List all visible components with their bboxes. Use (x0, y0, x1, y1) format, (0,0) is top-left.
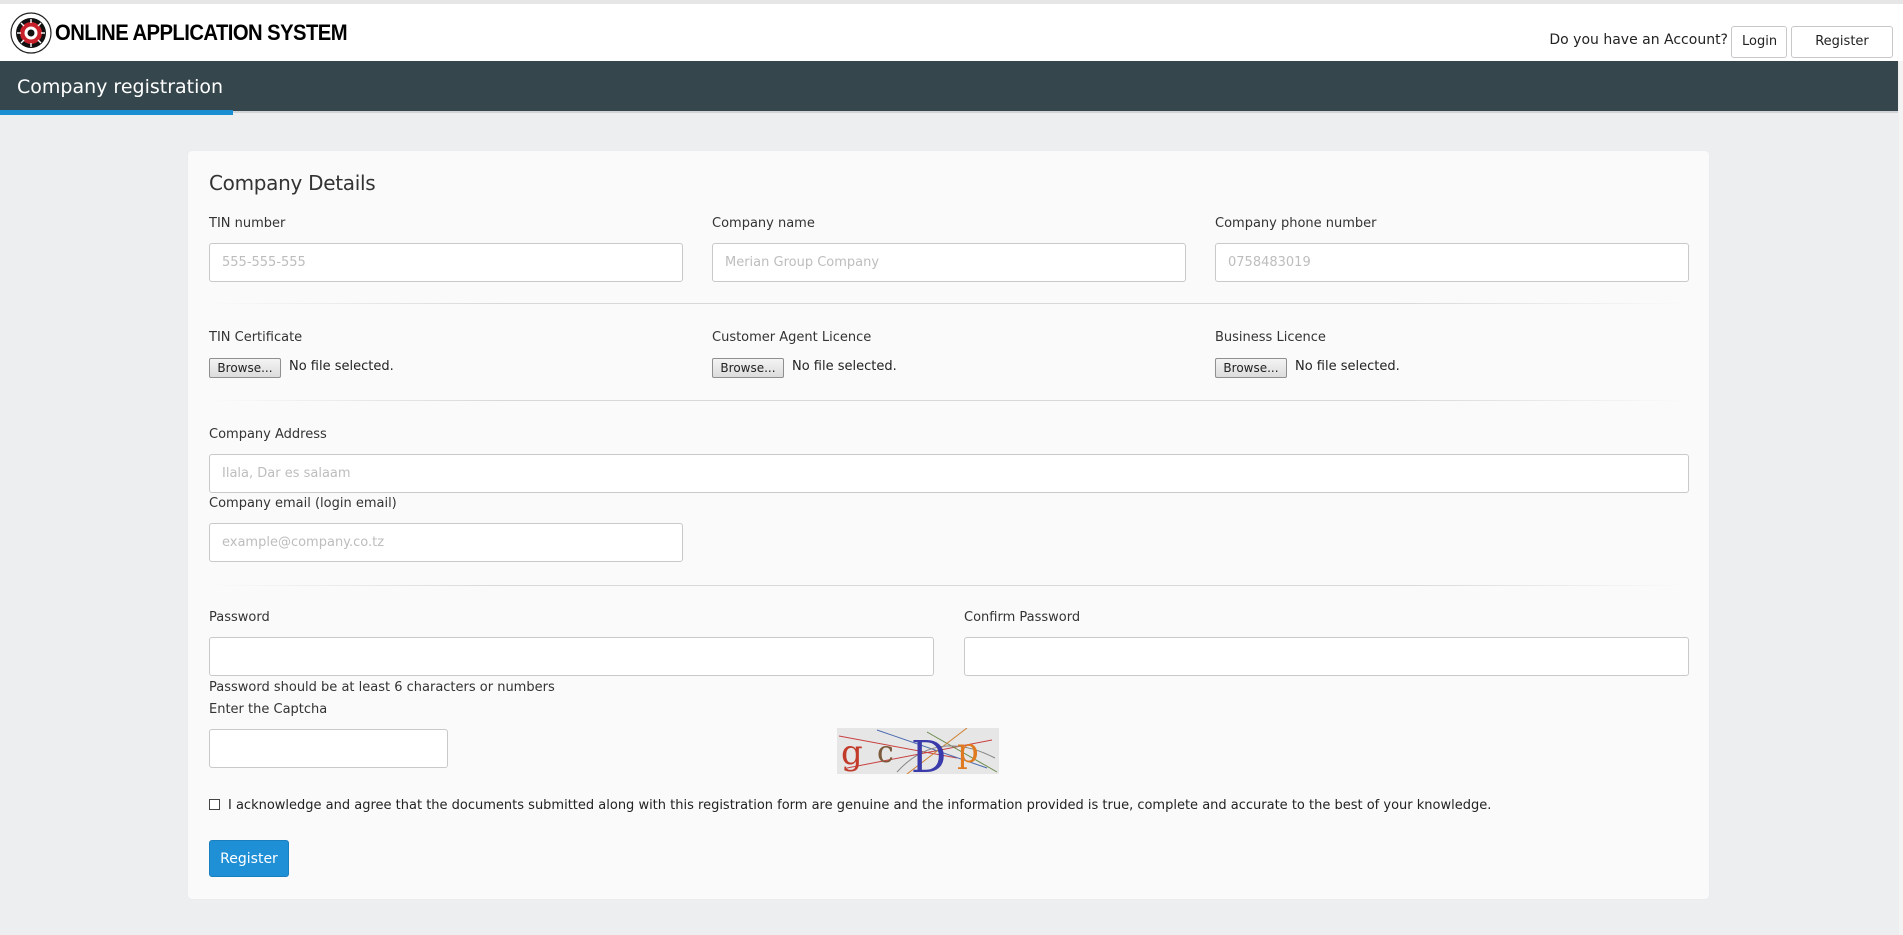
emblem-logo (10, 12, 52, 54)
divider (209, 400, 1689, 401)
login-button[interactable]: Login (1731, 26, 1787, 58)
email-label: Company email (login email) (209, 496, 397, 511)
file-status: No file selected. (792, 359, 897, 374)
business-licence-file-input[interactable]: Browse... No file selected. (1215, 358, 1515, 380)
tin-certificate-file-input[interactable]: Browse... No file selected. (209, 358, 509, 380)
phone-input[interactable]: 0758483019 (1215, 243, 1689, 282)
registration-form-card: Company Details TIN number 555-555-555 C… (188, 151, 1709, 899)
password-label: Password (209, 610, 270, 625)
captcha-input[interactable] (209, 729, 448, 768)
divider (209, 585, 1689, 586)
captcha-label: Enter the Captcha (209, 702, 328, 717)
brand-title: ONLINE APPLICATION SYSTEM (55, 20, 348, 45)
business-licence-label: Business Licence (1215, 330, 1326, 345)
browse-button[interactable]: Browse... (1215, 358, 1287, 378)
title-bar (0, 61, 1898, 111)
address-input[interactable]: Ilala, Dar es salaam (209, 454, 1689, 493)
file-status: No file selected. (289, 359, 394, 374)
confirm-password-label: Confirm Password (964, 610, 1081, 625)
password-hint: Password should be at least 6 characters… (209, 680, 555, 695)
address-label: Company Address (209, 427, 327, 442)
email-input[interactable]: example@company.co.tz (209, 523, 683, 562)
browse-button[interactable]: Browse... (209, 358, 281, 378)
captcha-image: gcDp g c D p (837, 728, 999, 774)
svg-text:D: D (911, 732, 946, 774)
divider (209, 303, 1689, 304)
confirm-password-input[interactable] (964, 637, 1689, 676)
tin-certificate-label: TIN Certificate (209, 330, 303, 345)
agent-licence-file-input[interactable]: Browse... No file selected. (712, 358, 1012, 380)
password-input[interactable] (209, 637, 934, 676)
tin-input[interactable]: 555-555-555 (209, 243, 683, 282)
company-name-label: Company name (712, 216, 815, 231)
account-question: Do you have an Account? (1549, 32, 1728, 48)
svg-text:p: p (957, 731, 979, 771)
title-bar-shadow (233, 111, 1898, 113)
register-here-button[interactable]: Register Here (1791, 26, 1893, 79)
agent-licence-label: Customer Agent Licence (712, 330, 872, 345)
acknowledge-checkbox[interactable] (209, 799, 220, 810)
acknowledge-text: I acknowledge and agree that the documen… (228, 798, 1492, 813)
tin-label: TIN number (209, 216, 286, 231)
page-title: Company registration (17, 76, 224, 98)
svg-text:c: c (877, 735, 894, 770)
file-status: No file selected. (1295, 359, 1400, 374)
scrollbar[interactable] (1899, 61, 1903, 935)
svg-text:g: g (841, 733, 863, 773)
phone-label: Company phone number (1215, 216, 1377, 231)
browse-button[interactable]: Browse... (712, 358, 784, 378)
company-name-input[interactable]: Merian Group Company (712, 243, 1186, 282)
register-button[interactable]: Register (209, 840, 289, 877)
title-bar-accent (0, 110, 233, 115)
section-title: Company Details (209, 171, 376, 195)
